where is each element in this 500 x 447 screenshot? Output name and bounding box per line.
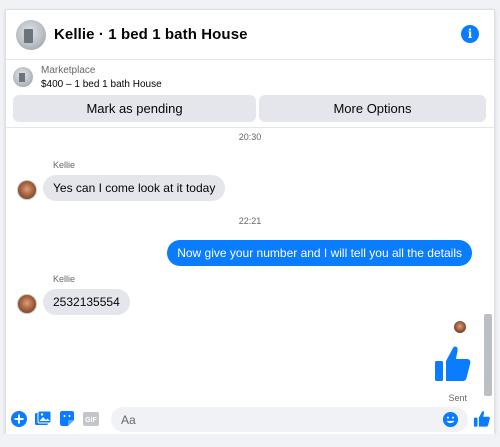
- timestamp: 22:21: [238, 216, 262, 226]
- chat-header[interactable]: Kellie · 1 bed 1 bath House i: [6, 10, 494, 60]
- gif-icon[interactable]: GIF: [82, 410, 100, 428]
- avatar[interactable]: [17, 180, 37, 200]
- mark-as-pending-button[interactable]: Mark as pending: [13, 95, 256, 122]
- info-icon[interactable]: i: [461, 25, 479, 43]
- listing-price-title: $400 – 1 bed 1 bath House: [41, 79, 162, 90]
- listing-thumbnail: [13, 67, 33, 87]
- like-icon[interactable]: [434, 344, 472, 384]
- scrollbar-thumb[interactable]: [484, 314, 492, 396]
- incoming-message[interactable]: 2532135554: [43, 289, 130, 315]
- page-background-strip: [0, 434, 500, 447]
- chat-window: Kellie · 1 bed 1 bath House i Marketplac…: [5, 9, 495, 447]
- listing-avatar[interactable]: [16, 19, 46, 50]
- composer: GIF: [6, 406, 494, 436]
- timestamp: 20:30: [238, 132, 262, 142]
- emoji-icon[interactable]: [442, 411, 459, 428]
- sender-name: Kellie: [53, 160, 76, 170]
- avatar[interactable]: [17, 294, 37, 314]
- sent-status: Sent: [448, 393, 467, 403]
- more-options-button[interactable]: More Options: [259, 95, 486, 122]
- seen-avatar: [454, 321, 466, 333]
- gif-label: GIF: [85, 417, 97, 424]
- sender-name: Kellie: [53, 274, 76, 284]
- listing-summary[interactable]: Marketplace $400 – 1 bed 1 bath House: [6, 62, 494, 94]
- sticker-icon[interactable]: [58, 410, 76, 428]
- chat-title[interactable]: Kellie · 1 bed 1 bath House: [54, 26, 248, 43]
- outgoing-message[interactable]: Now give your number and I will tell you…: [167, 240, 472, 266]
- like-icon[interactable]: [473, 410, 491, 428]
- message-list[interactable]: 20:30 Kellie Yes can I come look at it t…: [6, 128, 494, 404]
- plus-icon[interactable]: [10, 410, 28, 428]
- photo-icon[interactable]: [34, 410, 52, 428]
- marketplace-label: Marketplace: [41, 65, 96, 76]
- incoming-message[interactable]: Yes can I come look at it today: [43, 175, 226, 201]
- message-input[interactable]: [111, 407, 468, 432]
